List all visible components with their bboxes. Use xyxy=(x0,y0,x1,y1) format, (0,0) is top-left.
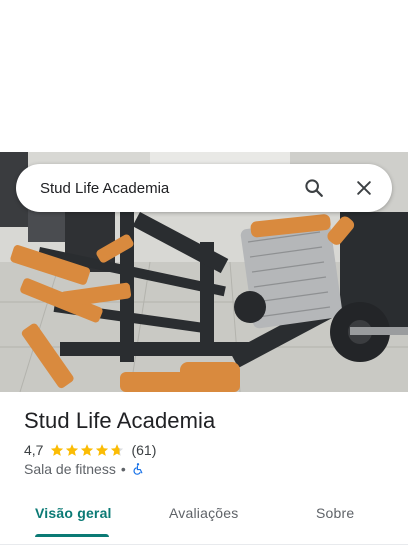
place-info: Stud Life Academia 4,7 (61) Sala de fitn… xyxy=(24,406,394,477)
search-bar[interactable] xyxy=(16,164,392,212)
blank-top-area xyxy=(0,0,408,152)
star-icon xyxy=(81,444,94,456)
star-icon xyxy=(96,444,109,456)
star-icon xyxy=(51,444,64,456)
star-rating xyxy=(50,443,125,457)
category-row: Sala de fitness • xyxy=(24,461,394,477)
rating-row[interactable]: 4,7 (61) xyxy=(24,442,394,458)
close-icon[interactable] xyxy=(350,174,378,202)
review-count[interactable]: (61) xyxy=(131,442,156,458)
active-tab-indicator xyxy=(35,534,109,537)
search-icon[interactable] xyxy=(300,174,328,202)
tab-overview[interactable]: Visão geral xyxy=(35,505,112,521)
star-half-icon xyxy=(111,444,124,456)
tab-about[interactable]: Sobre xyxy=(316,505,354,521)
place-category: Sala de fitness xyxy=(24,461,116,477)
star-icon xyxy=(66,444,79,456)
tab-bar: Visão geral Avaliações Sobre xyxy=(0,494,408,545)
wheelchair-icon xyxy=(133,463,143,475)
rating-value: 4,7 xyxy=(24,442,44,458)
tab-reviews[interactable]: Avaliações xyxy=(169,505,238,521)
search-input[interactable] xyxy=(40,176,300,200)
place-title: Stud Life Academia xyxy=(24,408,216,433)
separator-dot: • xyxy=(120,461,126,477)
